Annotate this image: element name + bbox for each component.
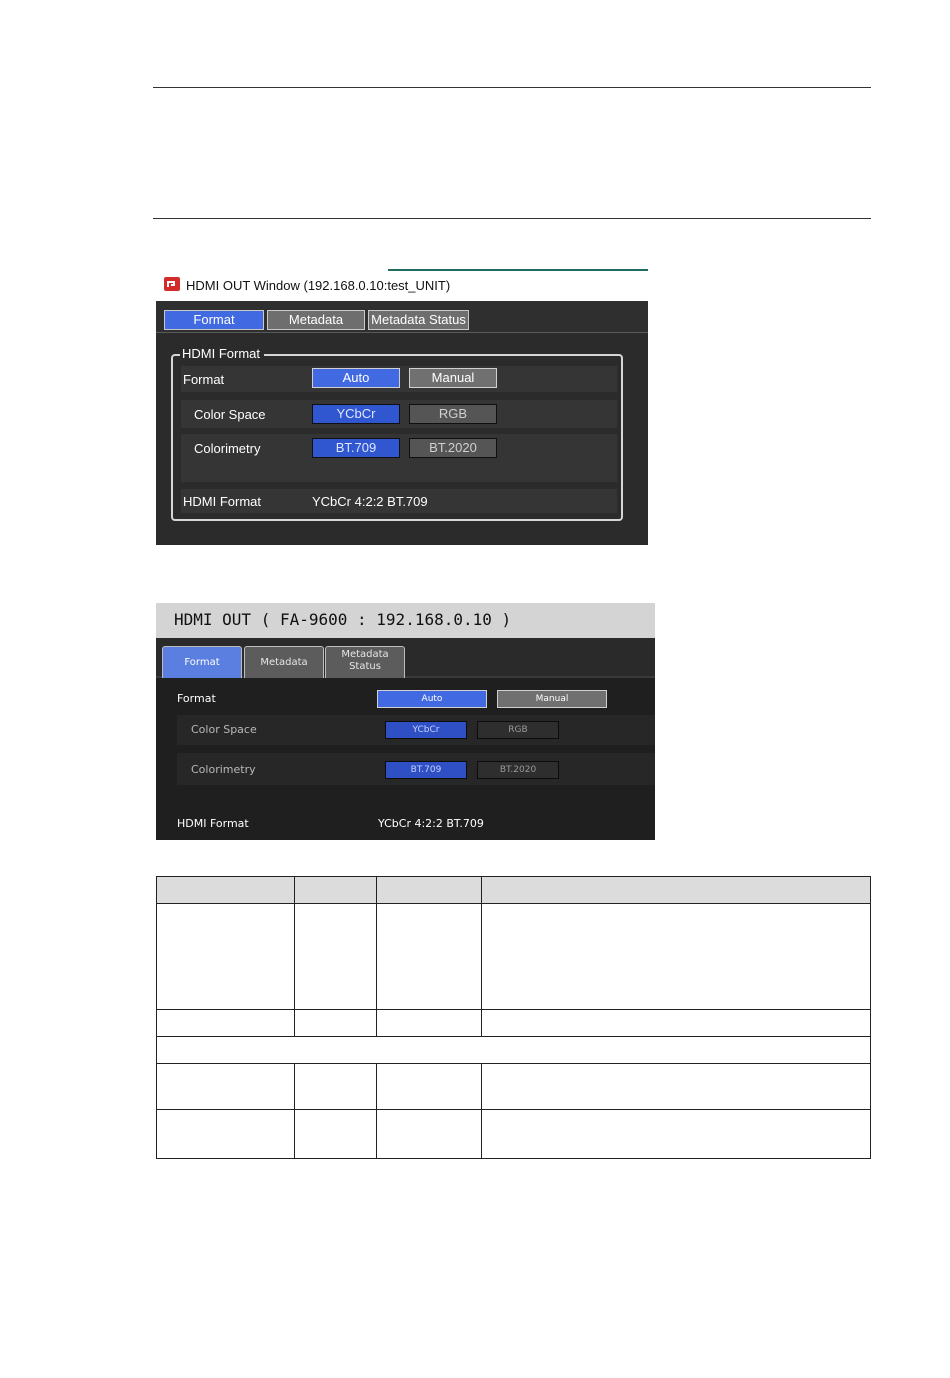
- hdmi-format-value: YCbCr 4:2:2 BT.709: [312, 494, 428, 509]
- titlebar-accent-line: [388, 269, 648, 271]
- colorimetry-bt709-button[interactable]: BT.709: [312, 438, 400, 458]
- table-section-row: [156, 1036, 871, 1064]
- tab-metadata-label: Metadata: [260, 657, 308, 668]
- table-cell: [376, 1009, 482, 1037]
- table-row: [156, 903, 871, 1010]
- color-space-ycbcr-button[interactable]: YCbCr: [385, 721, 467, 739]
- tab-metadata[interactable]: Metadata: [267, 310, 365, 330]
- color-space-ycbcr-button[interactable]: YCbCr: [312, 404, 400, 424]
- format-auto-button[interactable]: Auto: [377, 690, 487, 708]
- color-space-rgb-button[interactable]: RGB: [409, 404, 497, 424]
- colorimetry-label: Colorimetry: [194, 441, 261, 456]
- format-manual-button[interactable]: Manual: [409, 368, 497, 388]
- hdmi-format-row: HDMI Format YCbCr 4:2:2 BT.709: [181, 489, 617, 513]
- table-cell: [156, 1109, 295, 1159]
- table-row: [156, 1063, 871, 1110]
- table-cell: [376, 1063, 482, 1110]
- tab-metadata-status[interactable]: Metadata Status: [368, 310, 469, 330]
- table-header-row: [156, 876, 871, 904]
- colorimetry-bt709-button[interactable]: BT.709: [385, 761, 467, 779]
- spec-table: [156, 876, 871, 1159]
- tab-format-label: Format: [184, 657, 220, 668]
- table-cell: [156, 1063, 295, 1110]
- table-cell: [294, 1063, 377, 1110]
- format-row: Format Auto Manual: [181, 366, 617, 392]
- format-label: Format: [183, 372, 225, 387]
- table-header-cell: [481, 876, 871, 904]
- panel-header: HDMI OUT ( FA-9600 : 192.168.0.10 ): [156, 603, 655, 638]
- table-cell: [481, 903, 871, 1010]
- table-cell: [481, 1109, 871, 1159]
- table-header-cell: [376, 876, 482, 904]
- colorimetry-label: Colorimetry: [191, 763, 256, 776]
- table-row: [156, 1109, 871, 1159]
- tab-metadata-status[interactable]: Metadata Status: [325, 646, 405, 678]
- table-cell: [294, 1109, 377, 1159]
- table-row: [156, 1009, 871, 1037]
- window-title: HDMI OUT Window (192.168.0.10:test_UNIT): [186, 278, 451, 293]
- hdmi-format-value: YCbCr 4:2:2 BT.709: [378, 817, 484, 830]
- table-cell: [376, 1109, 482, 1159]
- app-icon: [164, 277, 180, 291]
- group-title: HDMI Format: [180, 346, 264, 361]
- panel-tab-bar: Format Metadata Metadata Status: [156, 638, 655, 678]
- table-header-cell: [156, 876, 295, 904]
- hdmi-format-label: HDMI Format: [183, 494, 261, 509]
- table-cell: [294, 903, 377, 1010]
- table-cell: [376, 903, 482, 1010]
- format-auto-button[interactable]: Auto: [312, 368, 400, 388]
- panel-title: HDMI OUT ( FA-9600 : 192.168.0.10 ): [174, 610, 512, 629]
- section-rule: [153, 218, 871, 219]
- table-header-cell: [294, 876, 377, 904]
- hdmi-format-label: HDMI Format: [177, 817, 249, 830]
- table-cell: [156, 903, 295, 1010]
- colorimetry-row: Colorimetry BT.709 BT.2020: [177, 753, 655, 785]
- colorimetry-bt2020-button[interactable]: BT.2020: [477, 761, 559, 779]
- hdmi-out-window-screenshot: HDMI OUT Window (192.168.0.10:test_UNIT)…: [156, 269, 648, 545]
- table-section-cell: [156, 1036, 871, 1064]
- color-space-label: Color Space: [191, 723, 257, 736]
- hdmi-out-panel-screenshot: HDMI OUT ( FA-9600 : 192.168.0.10 ) Form…: [156, 603, 655, 840]
- format-row: Format Auto Manual: [162, 686, 640, 712]
- table-cell: [481, 1063, 871, 1110]
- tab-metadata-status-label: Metadata Status: [341, 649, 389, 672]
- colorimetry-row: Colorimetry BT.709 BT.2020: [181, 434, 617, 482]
- tab-metadata[interactable]: Metadata: [244, 646, 324, 678]
- top-rule: [153, 87, 871, 88]
- window-titlebar: HDMI OUT Window (192.168.0.10:test_UNIT): [156, 269, 648, 301]
- colorimetry-bt2020-button[interactable]: BT.2020: [409, 438, 497, 458]
- format-manual-button[interactable]: Manual: [497, 690, 607, 708]
- hdmi-format-group: HDMI Format Format Auto Manual Color Spa…: [171, 346, 623, 521]
- table-cell: [294, 1009, 377, 1037]
- color-space-label: Color Space: [194, 407, 266, 422]
- tab-format[interactable]: Format: [164, 310, 264, 330]
- color-space-rgb-button[interactable]: RGB: [477, 721, 559, 739]
- tab-bar: Format Metadata Metadata Status: [156, 301, 648, 333]
- table-cell: [481, 1009, 871, 1037]
- color-space-row: Color Space YCbCr RGB: [181, 400, 617, 428]
- hdmi-format-row: HDMI Format YCbCr 4:2:2 BT.709: [162, 813, 640, 837]
- format-label: Format: [177, 692, 216, 705]
- table-cell: [156, 1009, 295, 1037]
- color-space-row: Color Space YCbCr RGB: [177, 715, 655, 745]
- tab-format[interactable]: Format: [162, 646, 242, 678]
